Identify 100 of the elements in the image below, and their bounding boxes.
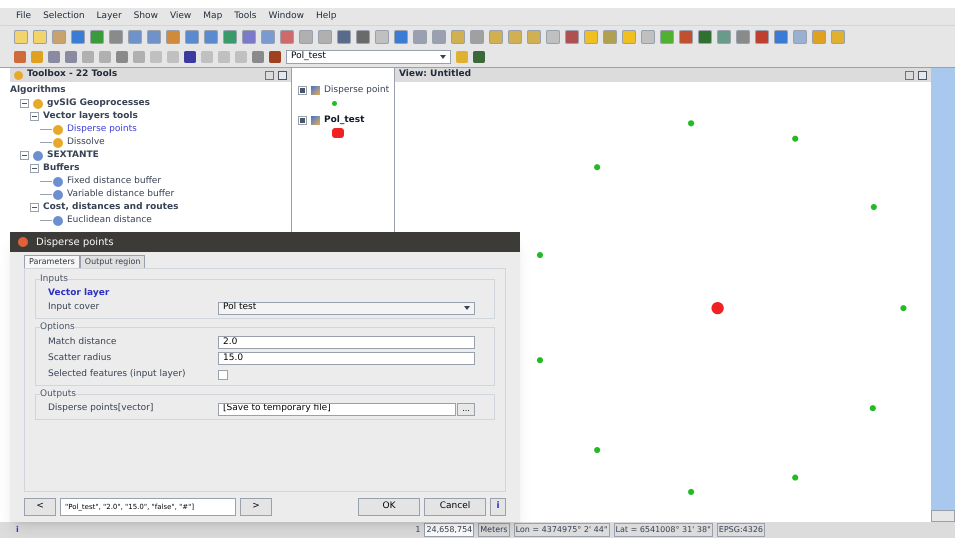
tool-icon[interactable] [641,30,655,44]
previous-button[interactable]: < [24,498,56,516]
tool-icon[interactable] [375,30,389,44]
tool-icon[interactable] [527,30,541,44]
close-icon[interactable] [918,70,927,80]
tool-icon[interactable] [698,30,712,44]
tool-icon[interactable] [280,30,294,44]
tree-item[interactable]: Algorithms [10,84,66,98]
tool-icon[interactable] [622,30,636,44]
menu-item[interactable]: Selection [43,10,85,24]
tool-icon[interactable] [451,30,465,44]
tool-icon[interactable] [473,51,485,63]
tool-icon[interactable] [717,30,731,44]
tree-item[interactable]: Vector layers tools [43,110,138,124]
tree-item[interactable]: Variable distance buffer [67,188,174,202]
collapse-toggle-icon[interactable] [30,164,39,173]
next-button[interactable]: > [240,498,272,516]
tab[interactable]: Output region [80,255,146,268]
tree-item[interactable]: Dissolve [67,136,105,150]
tree-item[interactable]: Cost, distances and routes [43,200,178,214]
tool-icon[interactable] [546,30,560,44]
tool-icon[interactable] [394,30,408,44]
checkbox[interactable] [298,86,307,96]
tool-icon[interactable] [774,30,788,44]
maximize-icon[interactable] [905,70,914,80]
scrollbar[interactable] [931,68,955,522]
tab[interactable]: Parameters [24,255,80,268]
layer-name[interactable]: Pol_test [324,114,364,127]
tree-item[interactable]: SEXTANTE [47,148,99,162]
tree-item[interactable]: gvSIG Geoprocesses [47,96,150,110]
tool-icon[interactable] [166,30,180,44]
layer-combo[interactable]: Pol_test [286,50,451,64]
tool-icon[interactable] [184,51,196,63]
menu-item[interactable]: Help [316,10,336,24]
close-icon[interactable] [18,237,28,247]
tool-icon[interactable] [90,30,104,44]
tool-icon[interactable] [356,30,370,44]
output-path-field[interactable]: [Save to temporary file] [218,402,456,416]
tool-icon[interactable] [109,30,123,44]
number-field[interactable]: 2.0 [218,336,475,349]
tool-icon[interactable] [33,30,47,44]
tool-icon[interactable] [508,30,522,44]
tool-icon[interactable] [603,30,617,44]
tool-icon[interactable] [299,30,313,44]
dialog-button[interactable]: Cancel [424,498,486,516]
tool-icon[interactable] [14,30,28,44]
tool-icon[interactable] [679,30,693,44]
menu-item[interactable]: Show [134,10,158,24]
tool-icon[interactable] [128,30,142,44]
menu-item[interactable]: View [170,10,192,24]
menu-item[interactable]: File [16,10,32,24]
scale-field[interactable]: 24,658,754 [424,523,474,537]
menu-item[interactable]: Layer [96,10,122,24]
tool-icon[interactable] [584,30,598,44]
info-button[interactable]: i [490,498,506,516]
close-icon[interactable] [278,70,287,80]
checkbox[interactable] [218,370,228,380]
tool-icon[interactable] [269,51,281,63]
collapse-toggle-icon[interactable] [20,99,29,108]
tool-icon[interactable] [242,30,256,44]
menu-item[interactable]: Map [203,10,222,24]
tool-icon[interactable] [413,30,427,44]
tool-icon[interactable] [185,30,199,44]
latitude-label: Lat = 6541008° 31' 38" [614,523,713,537]
layer-dropdown[interactable]: Pol test [218,302,475,314]
tool-icon[interactable] [337,30,351,44]
collapse-toggle-icon[interactable] [30,203,39,212]
tool-icon[interactable] [261,30,275,44]
tool-icon[interactable] [147,30,161,44]
layer-name[interactable]: Disperse point [324,84,390,98]
tool-icon[interactable] [52,30,66,44]
tool-icon[interactable] [470,30,484,44]
checkbox[interactable] [298,116,307,125]
tool-icon[interactable] [755,30,769,44]
tool-icon[interactable] [660,30,674,44]
tool-icon[interactable] [71,30,85,44]
tool-icon[interactable] [432,30,446,44]
maximize-icon[interactable] [265,70,274,80]
dialog-button[interactable]: OK [358,498,420,516]
tree-item[interactable]: Disperse points [67,122,137,136]
tool-icon[interactable] [831,30,845,44]
tool-icon[interactable] [489,30,503,44]
tree-item[interactable]: Fixed distance buffer [67,174,162,188]
tool-icon[interactable] [204,30,218,44]
browse-button[interactable]: ... [457,402,475,416]
tool-icon[interactable] [318,30,332,44]
tree-item[interactable]: Euclidean distance [67,214,152,228]
tool-icon[interactable] [793,30,807,44]
tool-icon[interactable] [565,30,579,44]
tool-icon[interactable] [736,30,750,44]
collapse-toggle-icon[interactable] [20,151,29,160]
menu-item[interactable]: Tools [234,10,256,24]
menu-item[interactable]: Window [268,10,304,24]
tree-item[interactable]: Buffers [43,162,80,176]
tool-icon[interactable] [812,30,826,44]
tool-icon[interactable] [223,30,237,44]
number-field[interactable]: 15.0 [218,352,475,365]
point-marker [900,305,906,312]
collapse-toggle-icon[interactable] [30,112,39,121]
point-marker [792,474,798,481]
